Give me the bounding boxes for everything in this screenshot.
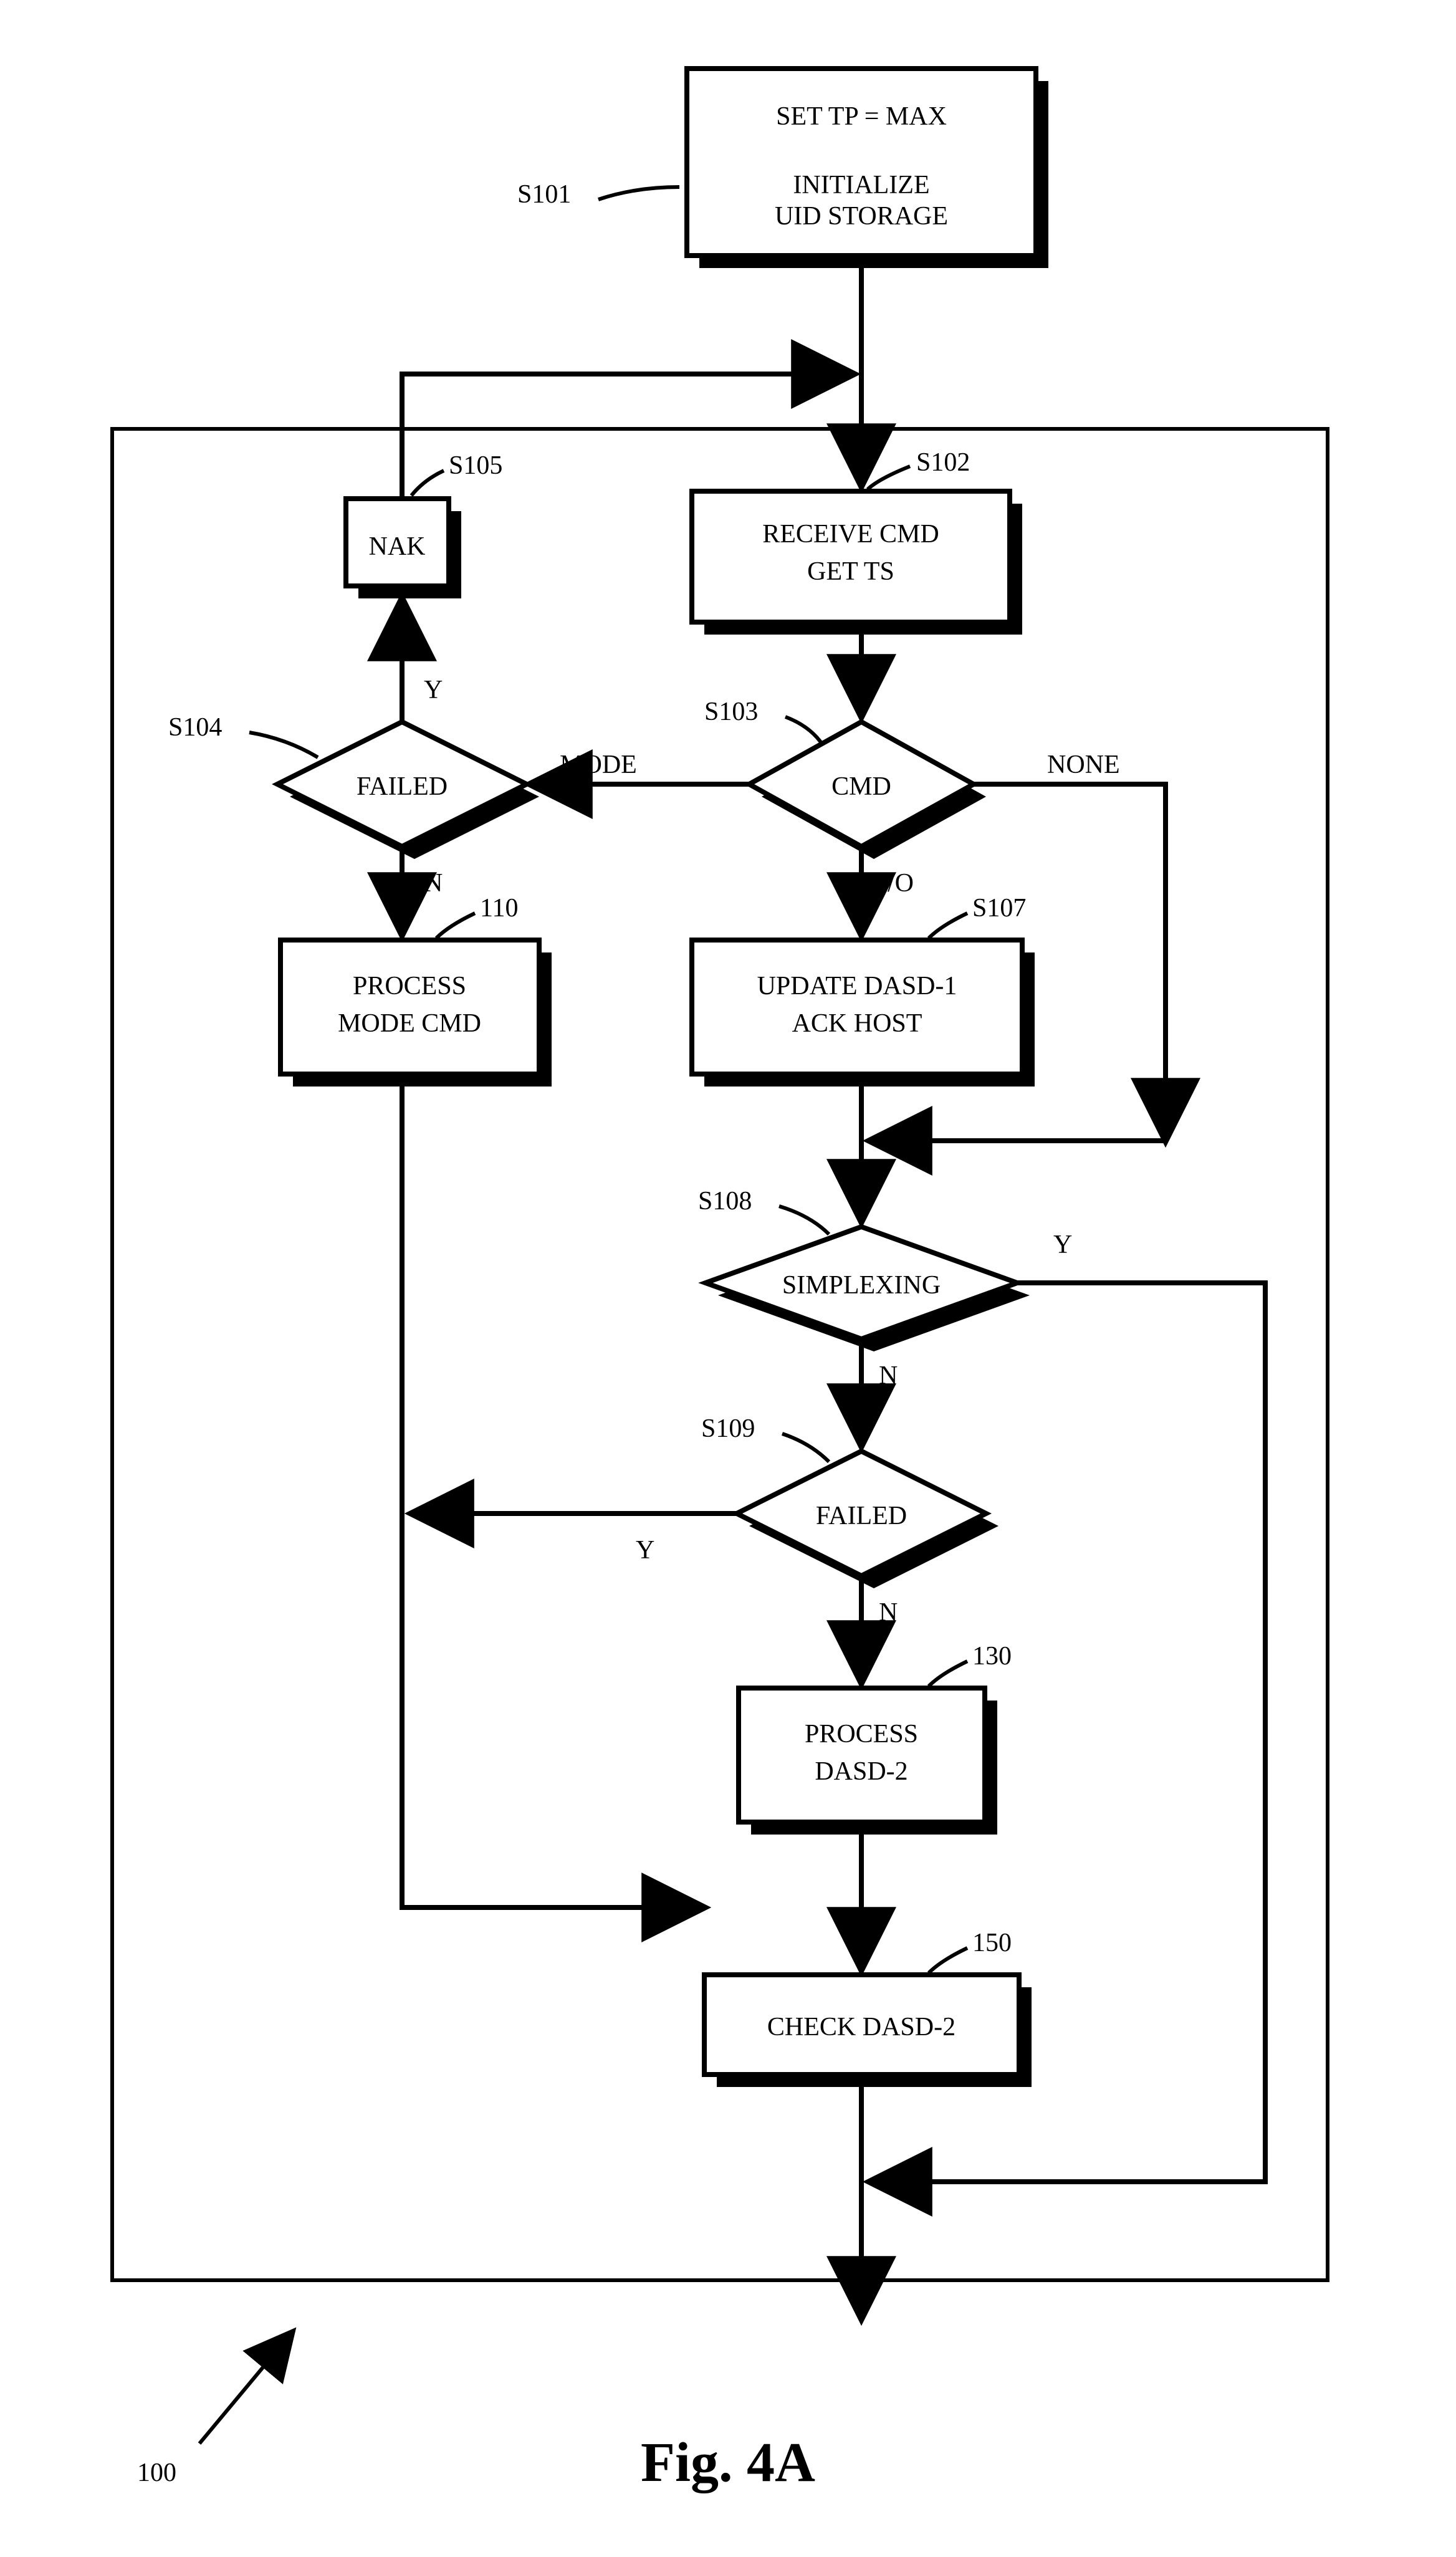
b130-line1: PROCESS (805, 1720, 918, 1749)
node-s103: CMD (749, 722, 986, 859)
ref-s109-text: S109 (701, 1414, 755, 1443)
s107-line1: UPDATE DASD-1 (757, 972, 957, 1000)
edge-label-none: NONE (1047, 751, 1120, 779)
edge-label-s104-y: Y (424, 676, 443, 704)
node-s102: RECEIVE CMD GET TS (692, 491, 1022, 635)
edge-label-mode: MODE (560, 751, 637, 779)
s101-line2: INITIALIZE (793, 171, 929, 199)
ref-s101: S101 (517, 180, 679, 209)
ref-s103-text: S103 (704, 698, 758, 726)
edge-110-merge (402, 1074, 704, 1907)
ref-s105-text: S105 (449, 451, 502, 480)
s109-label: FAILED (816, 1502, 907, 1530)
node-s101: SET TP = MAX INITIALIZE UID STORAGE (687, 69, 1048, 268)
flowchart: SET TP = MAX INITIALIZE UID STORAGE S101… (0, 0, 1456, 2557)
s101-line1: SET TP = MAX (776, 102, 947, 131)
s105-label: NAK (369, 532, 426, 561)
ref-110-text: 110 (480, 894, 518, 923)
ref-130-text: 130 (972, 1642, 1012, 1671)
ref-s103: S103 (704, 698, 823, 745)
ref-s109: S109 (701, 1414, 829, 1462)
ref-150: 150 (929, 1929, 1012, 1973)
node-s108: SIMPLEXING (706, 1227, 1030, 1351)
ref-110: 110 (436, 894, 518, 938)
ref-figure-text: 100 (137, 2459, 176, 2487)
s102-line2: GET TS (807, 557, 894, 586)
ref-s107-text: S107 (972, 894, 1026, 923)
ref-s101-text: S101 (517, 180, 571, 209)
edge-label-s108-y: Y (1053, 1231, 1072, 1259)
node-130: PROCESS DASD-2 (739, 1688, 997, 1835)
node-110: PROCESS MODE CMD (280, 940, 552, 1087)
b130-line2: DASD-2 (815, 1757, 908, 1786)
ref-s104-text: S104 (168, 713, 222, 742)
b150-label: CHECK DASD-2 (767, 2013, 956, 2041)
s101-line3: UID STORAGE (775, 202, 948, 231)
node-s107: UPDATE DASD-1 ACK HOST (692, 940, 1035, 1087)
s103-label: CMD (831, 772, 891, 801)
node-s109: FAILED (737, 1451, 999, 1588)
edge-label-s109-n: N (879, 1598, 898, 1627)
s107-line2: ACK HOST (792, 1009, 922, 1038)
ref-s105: S105 (411, 451, 502, 496)
ref-s108: S108 (698, 1187, 829, 1234)
ref-s108-text: S108 (698, 1187, 752, 1216)
ref-s104: S104 (168, 713, 318, 757)
b110-line2: MODE CMD (338, 1009, 481, 1038)
s102-line1: RECEIVE CMD (762, 520, 939, 549)
ref-130: 130 (929, 1642, 1012, 1686)
ref-s107: S107 (929, 894, 1026, 938)
edge-label-s108-n: N (879, 1361, 898, 1390)
b110-line1: PROCESS (353, 972, 466, 1000)
ref-s102: S102 (868, 448, 970, 489)
node-150: CHECK DASD-2 (704, 1975, 1032, 2087)
s108-label: SIMPLEXING (782, 1271, 941, 1300)
node-s104: FAILED (277, 722, 539, 859)
ref-figure: 100 (137, 2331, 293, 2487)
figure-title: Fig. 4A (641, 2432, 815, 2493)
node-s105: NAK (346, 499, 461, 598)
ref-s102-text: S102 (916, 448, 970, 477)
edge-label-io: I/O (879, 869, 914, 898)
edge-label-s109-y: Y (636, 1536, 654, 1565)
s104-label: FAILED (357, 772, 448, 801)
ref-150-text: 150 (972, 1929, 1012, 1957)
edge-label-s104-n: N (424, 869, 443, 898)
edge-s105-loop (402, 374, 854, 499)
